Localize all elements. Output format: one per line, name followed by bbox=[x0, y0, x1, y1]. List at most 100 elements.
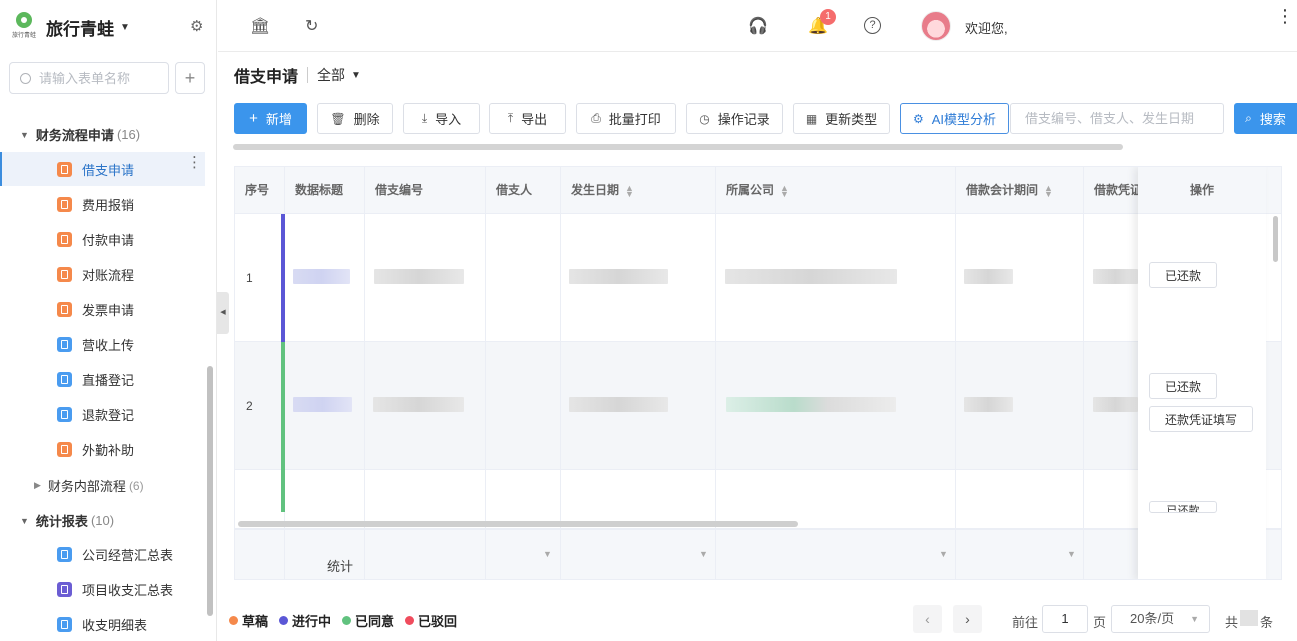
refresh-icon[interactable]: ↻ bbox=[305, 16, 318, 36]
record-search[interactable] bbox=[1010, 103, 1224, 134]
status-dot bbox=[279, 616, 289, 625]
sidebar-item-expense[interactable]: 费用报销 bbox=[0, 187, 205, 221]
sidebar-item-field-subsidy[interactable]: 外勤补助 bbox=[0, 432, 205, 466]
plus-icon: + bbox=[249, 110, 258, 127]
delete-label: 删除 bbox=[353, 112, 380, 127]
form-icon bbox=[57, 336, 72, 352]
caret-down-icon: ▼ bbox=[20, 129, 29, 140]
sidebar-scrollbar[interactable] bbox=[207, 366, 213, 616]
sort-icon[interactable]: ▲ ▼ bbox=[1044, 183, 1053, 198]
sidebar-item-revenue[interactable]: 营收上传 bbox=[0, 327, 205, 361]
caret-down-icon[interactable]: ▼ bbox=[1067, 549, 1076, 559]
export-button[interactable]: ⤒ 导出 bbox=[489, 103, 566, 134]
caret-down-icon: ▼ bbox=[20, 515, 29, 526]
legend-item-in-progress: 进行中 bbox=[279, 611, 331, 630]
new-label: 新增 bbox=[265, 112, 292, 127]
sidebar-item-reconcile[interactable]: 对账流程 bbox=[0, 257, 205, 291]
sidebar-item-label: 付款申请 bbox=[82, 232, 135, 248]
group-reports[interactable]: ▼ 统计报表 (10) bbox=[20, 511, 114, 530]
horizontal-scrollbar[interactable] bbox=[233, 144, 1123, 150]
bank-icon[interactable]: 🏛 bbox=[250, 16, 270, 36]
sidebar-item-live[interactable]: 直播登记 bbox=[0, 362, 205, 396]
more-icon[interactable]: ⋮ bbox=[187, 155, 202, 170]
sidebar-item-project-summary[interactable]: 项目收支汇总表 bbox=[0, 572, 205, 606]
add-form-button[interactable]: + bbox=[175, 62, 205, 94]
download-icon: ⤓ bbox=[421, 111, 428, 125]
legend-label: 已驳回 bbox=[418, 614, 458, 629]
column-header-sortable[interactable]: 所属公司 ▲ ▼ bbox=[716, 167, 956, 214]
sidebar-item-loan-apply[interactable]: 借支申请 ⋮ bbox=[0, 152, 205, 186]
group-finance-internal[interactable]: ▶ 财务内部流程 (6) bbox=[34, 476, 144, 495]
column-header: 序号 bbox=[235, 167, 285, 214]
divider bbox=[307, 67, 309, 83]
status-indicator bbox=[281, 342, 285, 470]
sidebar-item-company-summary[interactable]: 公司经营汇总表 bbox=[0, 537, 205, 571]
column-header-label: 所属公司 bbox=[726, 183, 775, 197]
column-header-sortable[interactable]: 发生日期 ▲ ▼ bbox=[561, 167, 716, 214]
status-filter[interactable]: 全部 bbox=[317, 65, 345, 85]
page-unit-label: 页 bbox=[1093, 615, 1107, 630]
sort-icon[interactable]: ▲ ▼ bbox=[625, 183, 634, 198]
caret-right-icon: ▶ bbox=[34, 480, 41, 490]
chevron-down-icon: ▼ bbox=[1190, 614, 1199, 624]
brand[interactable]: 旅行青蛙 旅行青蛙 ▼ bbox=[12, 10, 130, 44]
repaid-button[interactable]: 已还款 bbox=[1149, 262, 1217, 288]
ai-analysis-button[interactable]: ⚙ AI模型分析 bbox=[900, 103, 1009, 134]
caret-down-icon[interactable]: ▼ bbox=[939, 549, 948, 559]
sidebar-item-label: 对账流程 bbox=[82, 267, 135, 283]
import-button[interactable]: ⤓ 导入 bbox=[403, 103, 480, 134]
app-logo: 旅行青蛙 bbox=[12, 12, 36, 42]
headset-icon[interactable]: 🎧 bbox=[748, 16, 768, 36]
page-number-input[interactable]: 1 bbox=[1042, 605, 1088, 633]
redacted-cell bbox=[964, 269, 1013, 284]
form-icon bbox=[57, 441, 72, 457]
sidebar-item-payment[interactable]: 付款申请 bbox=[0, 222, 205, 256]
table-row[interactable]: 1 bbox=[235, 214, 1281, 342]
table-horizontal-scrollbar[interactable] bbox=[238, 521, 798, 527]
more-vertical-icon[interactable]: ⋮ bbox=[1276, 7, 1294, 25]
repaid-button[interactable]: 已还款 bbox=[1149, 501, 1217, 513]
sidebar-item-invoice[interactable]: 发票申请 bbox=[0, 292, 205, 326]
caret-down-icon[interactable]: ▼ bbox=[699, 549, 708, 559]
form-search-input[interactable] bbox=[39, 70, 159, 86]
sidebar-item-refund[interactable]: 退款登记 bbox=[0, 397, 205, 431]
repayment-voucher-button[interactable]: 还款凭证填写 bbox=[1149, 406, 1253, 432]
group-finance-flow[interactable]: ▼ 财务流程申请 (16) bbox=[20, 125, 140, 144]
page-size-select[interactable]: 20条/页 ▼ bbox=[1111, 605, 1210, 633]
sidebar-item-detail[interactable]: 收支明细表 bbox=[0, 607, 205, 641]
table-vertical-scrollbar[interactable] bbox=[1273, 216, 1278, 262]
total-prefix: 共 bbox=[1225, 615, 1239, 630]
operation-log-button[interactable]: ◷ 操作记录 bbox=[686, 103, 783, 134]
trash-icon: 🗑 bbox=[330, 111, 346, 126]
batch-print-button[interactable]: ⎙ 批量打印 bbox=[576, 103, 676, 134]
gear-icon[interactable]: ⚙ bbox=[190, 17, 203, 35]
goto-label: 前往 bbox=[1012, 615, 1039, 630]
search-button[interactable]: ⌕ 搜索 bbox=[1234, 103, 1297, 134]
update-type-button[interactable]: ▦ 更新类型 bbox=[793, 103, 890, 134]
notification-badge: 1 bbox=[820, 9, 836, 25]
group-count: (6) bbox=[128, 478, 144, 493]
export-label: 导出 bbox=[521, 112, 548, 127]
group-label: 财务流程申请 bbox=[35, 128, 114, 143]
table-row[interactable]: 2 bbox=[235, 342, 1281, 470]
caret-down-icon[interactable]: ▼ bbox=[543, 549, 552, 559]
avatar[interactable] bbox=[921, 11, 951, 41]
prev-page-button[interactable]: ‹ bbox=[913, 605, 942, 633]
caret-down-icon[interactable]: ▼ bbox=[120, 22, 130, 33]
repaid-button[interactable]: 已还款 bbox=[1149, 373, 1217, 399]
robot-icon: ⚙ bbox=[912, 111, 924, 126]
sidebar-item-label: 费用报销 bbox=[82, 197, 135, 213]
form-search[interactable] bbox=[9, 62, 169, 94]
next-page-button[interactable]: › bbox=[953, 605, 982, 633]
sort-icon[interactable]: ▲ ▼ bbox=[780, 183, 789, 198]
record-search-input[interactable] bbox=[1025, 111, 1215, 126]
form-icon bbox=[57, 546, 72, 562]
help-icon[interactable]: ? bbox=[864, 17, 881, 34]
delete-button[interactable]: 🗑 删除 bbox=[317, 103, 393, 134]
app-name[interactable]: 旅行青蛙 bbox=[46, 15, 114, 40]
column-header-sortable[interactable]: 借款会计期间 ▲ ▼ bbox=[956, 167, 1084, 214]
caret-down-icon[interactable]: ▼ bbox=[351, 70, 361, 81]
new-button[interactable]: + 新增 bbox=[234, 103, 307, 134]
collapse-sidebar-button[interactable]: ◀ bbox=[217, 292, 229, 334]
page-size-value: 20条/页 bbox=[1130, 611, 1175, 626]
